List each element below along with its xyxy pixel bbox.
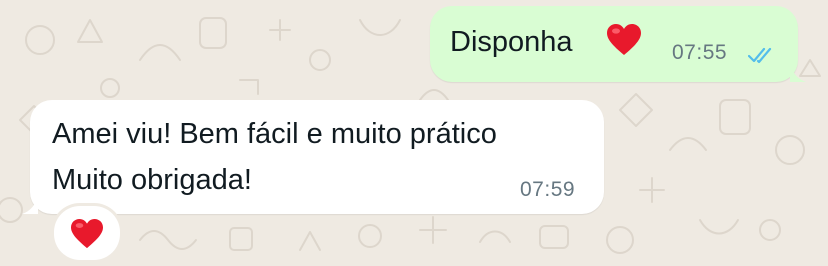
outgoing-message-time: 07:55 [672, 41, 728, 64]
incoming-message-line-2: Muito obrigada! [52, 164, 252, 196]
heart-emoji-icon [607, 24, 641, 55]
incoming-message[interactable]: Amei viu! Bem fácil e muito prático Muit… [22, 100, 604, 214]
outgoing-bubble-tail [790, 64, 806, 82]
incoming-message-line-1: Amei viu! Bem fácil e muito prático [52, 118, 497, 150]
incoming-bubble-tail [22, 196, 38, 214]
message-reaction[interactable] [54, 206, 120, 260]
outgoing-message[interactable]: Disponha 07:55 [430, 6, 806, 82]
outgoing-message-text: Disponha [450, 26, 573, 58]
heart-reaction-icon [71, 218, 103, 249]
incoming-message-time: 07:59 [520, 178, 576, 201]
read-receipt-icon [748, 47, 772, 64]
